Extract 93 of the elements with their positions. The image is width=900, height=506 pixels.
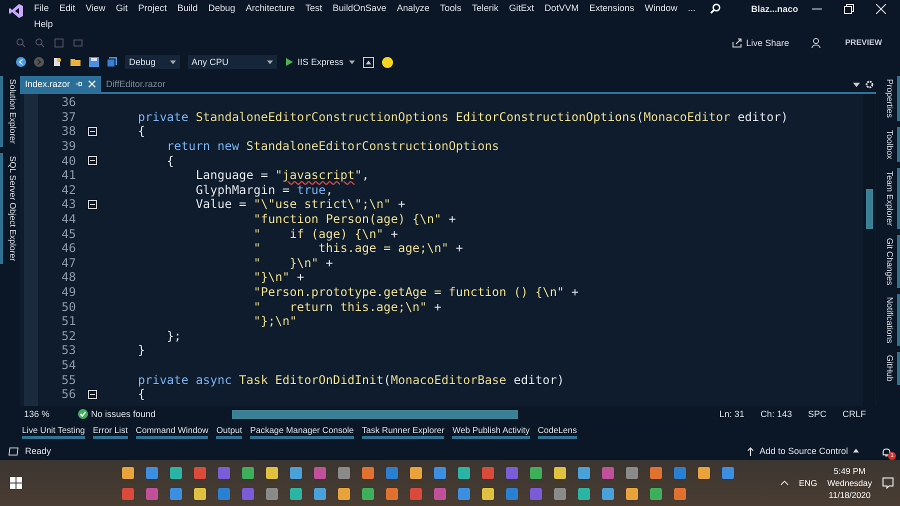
line-indicator: Ln: 31: [719, 409, 744, 419]
code-line: {: [166, 154, 174, 168]
column-indicator: Ch: 143: [760, 409, 792, 419]
document-tab[interactable]: DiffEditor.razor: [101, 76, 170, 92]
side-panel-tab[interactable]: Team Explorer: [876, 168, 900, 229]
tool-window-tab[interactable]: Package Manager Console: [250, 425, 354, 439]
line-number: 40: [60, 154, 76, 168]
line-number: 53: [60, 343, 76, 358]
tool-window-tab[interactable]: CodeLens: [538, 425, 577, 439]
code-line: {: [136, 387, 146, 402]
live-share-button[interactable]: Live Share: [732, 38, 790, 48]
code-line: };: [166, 328, 182, 343]
menu-item[interactable]: Extensions: [589, 3, 634, 13]
menu-item[interactable]: DotVVM: [544, 3, 579, 13]
clock-day[interactable]: Wednesday: [827, 477, 872, 489]
code-line: private async Task EditorOnDidInit(MonacoEditorBase editor): [136, 372, 564, 387]
line-number: 54: [60, 358, 76, 372]
line-number: 39: [60, 139, 76, 154]
line-number: 56: [60, 387, 76, 402]
line-number: 46: [60, 241, 76, 256]
menu-item[interactable]: GitExt: [509, 3, 534, 13]
line-number: 41: [60, 168, 76, 182]
code-line: " }\n" +: [252, 256, 333, 270]
side-panel-tab[interactable]: Toolbox: [876, 126, 900, 162]
line-number: 42: [60, 182, 76, 197]
run-button[interactable]: IIS Express: [284, 57, 355, 67]
tool-window-tab[interactable]: Output: [216, 425, 242, 439]
menu-item[interactable]: Window: [644, 3, 678, 13]
code-line: Value = "\"use strict\";\n" +: [194, 197, 406, 212]
document-tab[interactable]: Index.razor: [20, 76, 102, 92]
line-ending-indicator: CRLF: [842, 409, 866, 419]
side-panel-tab[interactable]: Properties: [876, 76, 900, 121]
line-number: 51: [60, 314, 76, 328]
clock-date[interactable]: 11/18/2020: [828, 489, 871, 501]
line-number: 47: [60, 256, 76, 270]
menu-item[interactable]: Tools: [440, 3, 462, 13]
configuration-dropdown[interactable]: Debug: [125, 55, 180, 69]
issues-indicator[interactable]: No issues found: [78, 409, 156, 419]
menu-item[interactable]: BuildOnSave: [332, 3, 386, 13]
tool-window-tab[interactable]: Task Runner Explorer: [362, 425, 444, 439]
code-line: "function Person(age) {\n" +: [252, 212, 456, 226]
zoom-level[interactable]: 136 %: [24, 409, 62, 419]
menu-item[interactable]: Telerik: [472, 3, 499, 13]
menu-item[interactable]: Debug: [208, 3, 236, 13]
code-line: " return this.age;\n" +: [252, 300, 442, 314]
tool-window-tab[interactable]: Live Unit Testing: [22, 425, 85, 439]
line-number: 50: [60, 300, 76, 314]
menu-item[interactable]: ...: [688, 3, 696, 13]
status-text: Ready: [25, 446, 52, 456]
code-line: "};\n": [252, 314, 297, 328]
add-to-source-control-button[interactable]: Add to Source Control: [747, 446, 859, 456]
code-line: "}\n" +: [252, 270, 304, 284]
line-number: 38: [60, 124, 76, 138]
line-number: 36: [60, 95, 76, 110]
line-number: 44: [60, 212, 76, 226]
code-line: }: [136, 343, 146, 358]
menu-item[interactable]: Architecture: [246, 3, 295, 13]
line-number: 52: [60, 328, 76, 343]
code-line: {: [136, 124, 146, 138]
menu-item[interactable]: Test: [305, 3, 322, 13]
window-title: Blaz...naco: [751, 4, 798, 14]
menu-item[interactable]: Project: [138, 3, 167, 13]
line-number: 55: [60, 372, 76, 387]
tool-window-tab[interactable]: Command Window: [136, 425, 208, 439]
tool-window-tab[interactable]: Web Publish Activity: [452, 425, 530, 439]
menu-item[interactable]: Help: [34, 19, 53, 29]
clock-time[interactable]: 5:49 PM: [834, 465, 866, 477]
menu-item[interactable]: Analyze: [396, 3, 430, 13]
code-line: GlyphMargin = true,: [194, 182, 333, 197]
line-number: 37: [60, 110, 76, 124]
code-line: return new StandaloneEditorConstructionOptions: [166, 139, 500, 154]
line-number: 43: [60, 197, 76, 212]
code-line: "Person.prototype.getAge = function () {\n" +: [252, 285, 579, 300]
side-panel-tab[interactable]: Notifications: [876, 294, 900, 346]
line-number: 48: [60, 270, 76, 284]
side-panel-tab[interactable]: GitHub: [876, 352, 900, 385]
menu-item[interactable]: Build: [177, 3, 198, 13]
menu-item[interactable]: View: [86, 3, 106, 13]
whitespace-indicator: SPC: [808, 409, 826, 419]
menu-item[interactable]: Git: [116, 3, 128, 13]
line-number: 45: [60, 226, 76, 241]
code-line: " if (age) {\n" +: [252, 226, 398, 241]
code-line: " this.age = age;\n" +: [252, 241, 464, 256]
code-line: Language = "javascript",: [194, 168, 370, 182]
tool-window-tab[interactable]: Error List: [92, 425, 128, 439]
language-indicator[interactable]: ENG: [798, 478, 818, 488]
code-line: private StandaloneEditorConstructionOptions EditorConstructionOptions(MonacoEditor editor): [136, 110, 788, 124]
preview-label: PREVIEW: [845, 38, 882, 47]
menu-item[interactable]: File: [34, 3, 49, 13]
platform-dropdown[interactable]: Any CPU: [188, 55, 277, 69]
menu-item[interactable]: Edit: [59, 3, 76, 13]
side-panel-tab[interactable]: Git Changes: [876, 234, 900, 288]
line-number: 49: [60, 285, 76, 300]
